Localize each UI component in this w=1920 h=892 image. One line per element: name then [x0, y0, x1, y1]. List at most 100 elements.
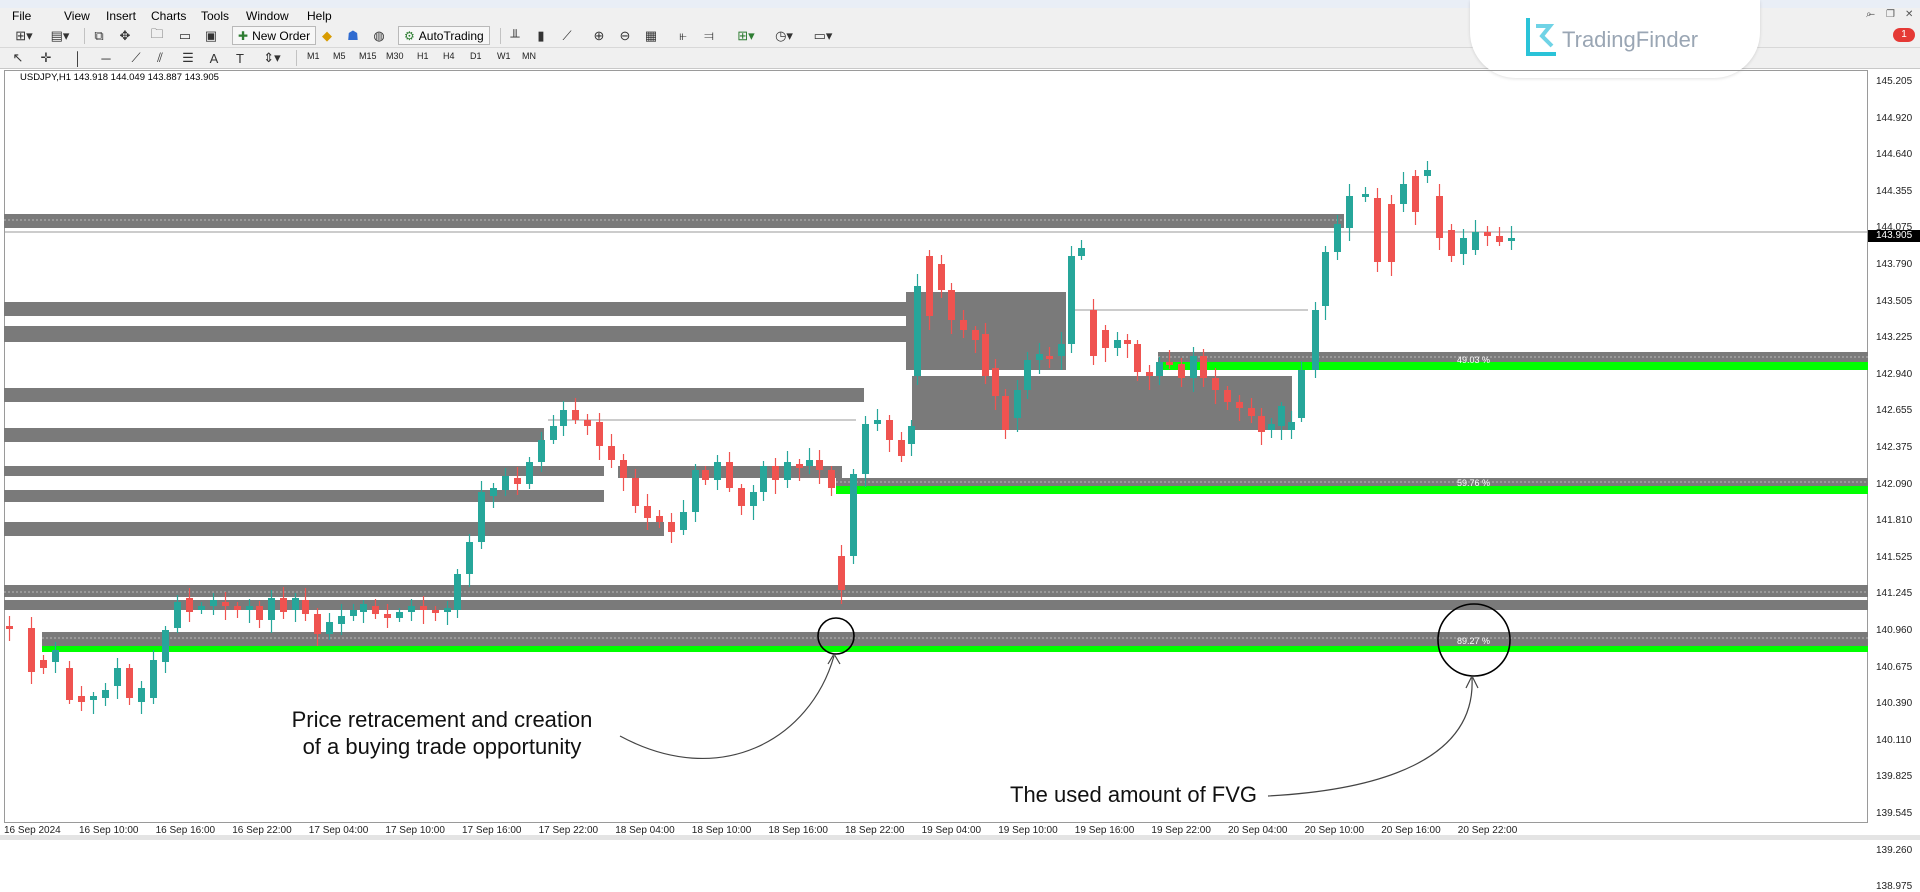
bearish-candle: [126, 668, 133, 698]
bearish-candle: [420, 606, 427, 610]
bullish-candle: [466, 542, 473, 574]
bearish-candle: [948, 290, 955, 320]
bearish-candle: [256, 606, 263, 620]
price-tick-label: 140.675: [1876, 661, 1913, 673]
price-tick-label: 140.110: [1876, 734, 1912, 746]
bullish-candle: [444, 608, 451, 612]
bearish-candle: [1412, 176, 1419, 212]
bearish-candle: [656, 516, 663, 522]
bullish-candle: [338, 616, 345, 624]
bullish-candle: [760, 466, 767, 492]
bullish-candle: [1322, 252, 1329, 306]
bullish-candle: [360, 604, 367, 612]
bearish-candle: [1212, 378, 1219, 390]
price-tick-label: 145.205: [1876, 76, 1913, 87]
price-tick-label: 143.790: [1876, 259, 1913, 270]
bearish-candle: [898, 440, 905, 456]
bearish-candle: [314, 614, 321, 634]
bullish-candle: [1190, 356, 1197, 378]
bearish-candle: [1134, 344, 1141, 372]
bearish-candle: [1146, 372, 1153, 376]
bearish-candle: [1102, 330, 1109, 348]
bearish-candle: [432, 610, 439, 613]
bearish-candle: [28, 628, 35, 672]
bullish-candle: [162, 630, 169, 662]
bullish-candle: [502, 476, 509, 490]
bullish-candle: [52, 650, 59, 662]
bearish-candle: [1178, 364, 1185, 378]
fvg-percent-label: 89.27 %: [1457, 636, 1491, 646]
bullish-candle: [1036, 354, 1043, 360]
bearish-candle: [1388, 204, 1395, 262]
annotation-left-line1: Price retracement and creation: [291, 707, 593, 732]
bearish-candle: [738, 488, 745, 506]
bullish-candle: [1508, 238, 1515, 241]
annotation-right: The used amount of FVG: [1010, 782, 1258, 807]
zone-rect: [912, 376, 1292, 430]
bearish-candle: [828, 470, 835, 488]
price-tick-label: 142.655: [1876, 405, 1913, 417]
bullish-candle: [326, 622, 333, 634]
bearish-candle: [1374, 198, 1381, 262]
bullish-candle: [914, 286, 921, 376]
bearish-candle: [384, 614, 391, 618]
fvg-percent-label: 49.03 %: [1457, 355, 1491, 365]
bullish-candle: [396, 612, 403, 618]
zone-rect: [4, 214, 1344, 228]
bullish-candle: [1068, 256, 1075, 344]
bearish-candle: [596, 422, 603, 446]
price-tick-label: 140.390: [1876, 698, 1913, 710]
bullish-candle: [210, 600, 217, 606]
bullish-candle: [1312, 310, 1319, 370]
bearish-candle: [620, 460, 627, 478]
bullish-candle: [198, 606, 205, 610]
bullish-candle: [714, 462, 721, 480]
annotation-arrow: [1267, 677, 1473, 797]
bearish-candle: [1436, 196, 1443, 238]
bullish-candle: [1078, 248, 1085, 256]
bullish-candle: [350, 610, 357, 616]
bearish-candle: [1166, 362, 1173, 365]
bullish-candle: [114, 668, 121, 686]
annotation-left-line2: of a buying trade opportunity: [302, 734, 582, 759]
zone-rect: [4, 388, 864, 402]
bullish-candle: [784, 462, 791, 480]
bullish-candle: [268, 598, 275, 620]
bearish-candle: [608, 446, 615, 460]
bearish-candle: [796, 464, 803, 468]
bullish-candle: [1424, 170, 1431, 176]
bearish-candle: [926, 256, 933, 316]
bullish-candle: [490, 488, 497, 496]
bullish-candle: [908, 426, 915, 444]
bearish-candle: [66, 668, 73, 700]
bullish-candle: [874, 420, 881, 424]
zone-rect: [4, 522, 664, 536]
bearish-candle: [816, 460, 823, 470]
status-bar: [0, 835, 1920, 840]
bearish-candle: [1236, 402, 1243, 408]
price-tick-label: 143.505: [1876, 295, 1913, 307]
bearish-candle: [40, 660, 47, 668]
price-tick-label: 141.525: [1876, 551, 1913, 563]
bearish-candle: [992, 368, 999, 396]
bearish-candle: [1200, 356, 1207, 378]
bearish-candle: [514, 478, 521, 484]
price-tick-label: 144.355: [1876, 185, 1913, 197]
bearish-candle: [572, 410, 579, 420]
zone-rect: [4, 326, 912, 342]
bullish-candle: [90, 696, 97, 700]
bearish-candle: [372, 606, 379, 614]
bullish-candle: [1346, 196, 1353, 228]
zone-rect: [42, 632, 1868, 646]
price-tick-label: 139.545: [1876, 808, 1913, 819]
bearish-candle: [886, 420, 893, 440]
price-tick-label: 142.940: [1876, 368, 1913, 380]
bearish-candle: [772, 466, 779, 480]
bullish-candle: [1288, 422, 1295, 430]
bearish-candle: [1002, 396, 1009, 430]
bullish-candle: [1014, 390, 1021, 418]
bullish-candle: [1156, 362, 1163, 376]
bearish-candle: [234, 606, 241, 610]
zone-rect: [4, 466, 604, 476]
bullish-candle: [1400, 184, 1407, 204]
